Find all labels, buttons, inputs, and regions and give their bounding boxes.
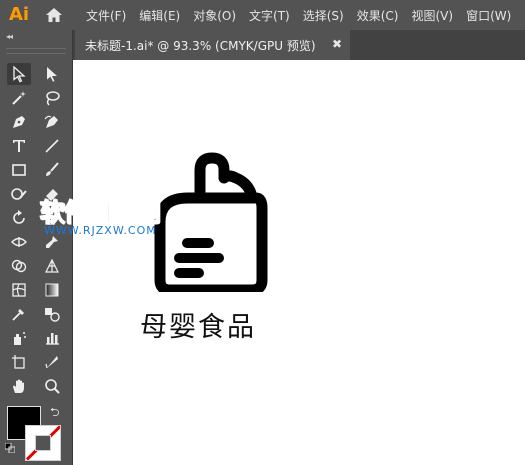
eyedropper-tool-icon[interactable] xyxy=(7,303,31,325)
swap-fill-stroke-icon[interactable]: ⮌ xyxy=(50,403,60,424)
lasso-tool-icon[interactable] xyxy=(40,87,64,109)
menu-edit[interactable]: 编辑(E) xyxy=(139,7,180,24)
line-segment-tool-icon[interactable] xyxy=(40,135,64,157)
blend-tool-icon[interactable] xyxy=(40,303,64,325)
logo-caption[interactable]: 母婴食品 xyxy=(140,305,256,344)
selection-tool-icon[interactable] xyxy=(7,63,31,85)
app-logo: Ai xyxy=(8,4,30,25)
collapse-panel-icon[interactable]: ◂◂ xyxy=(6,32,13,41)
default-fill-stroke-icon[interactable] xyxy=(5,443,15,453)
paintbrush-tool-icon[interactable] xyxy=(40,159,64,181)
menu-view[interactable]: 视图(V) xyxy=(411,7,453,24)
document-tab[interactable]: 未标题-1.ai* @ 93.3% (CMYK/GPU 预览) ✖ xyxy=(75,30,350,60)
home-icon[interactable] xyxy=(44,5,64,25)
menu-object[interactable]: 对象(O) xyxy=(193,7,236,24)
width-tool-icon[interactable] xyxy=(7,231,31,253)
shaper-tool-icon[interactable] xyxy=(7,183,31,205)
watermark-url: WWW.RJZXW.COM xyxy=(44,224,157,237)
artboard-tool-icon[interactable] xyxy=(7,351,31,373)
panel-gripper[interactable] xyxy=(6,48,66,54)
stroke-color-swatch[interactable] xyxy=(25,425,61,461)
zoom-tool-icon[interactable] xyxy=(40,375,64,397)
curvature-tool-icon[interactable] xyxy=(40,111,64,133)
pen-tool-icon[interactable] xyxy=(7,111,31,133)
magic-wand-tool-icon[interactable] xyxy=(7,87,31,109)
hand-tool-icon[interactable] xyxy=(7,375,31,397)
menu-select[interactable]: 选择(S) xyxy=(303,7,344,24)
mesh-tool-icon[interactable] xyxy=(7,279,31,301)
menu-type[interactable]: 文字(T) xyxy=(249,7,290,24)
perspective-grid-tool-icon[interactable] xyxy=(40,255,64,277)
symbol-sprayer-tool-icon[interactable] xyxy=(7,327,31,349)
shape-builder-tool-icon[interactable] xyxy=(7,255,31,277)
type-tool-icon[interactable] xyxy=(7,135,31,157)
menu-items: 文件(F) 编辑(E) 对象(O) 文字(T) 选择(S) 效果(C) 视图(V… xyxy=(86,0,524,30)
menu-effect[interactable]: 效果(C) xyxy=(357,7,399,24)
tools-panel: ◂◂ ⮌ xyxy=(0,30,73,465)
menu-bar: Ai 文件(F) 编辑(E) 对象(O) 文字(T) 选择(S) 效果(C) 视… xyxy=(0,0,525,30)
close-icon[interactable]: ✖ xyxy=(332,37,342,51)
gradient-tool-icon[interactable] xyxy=(40,279,64,301)
menu-window[interactable]: 窗口(W) xyxy=(466,7,511,24)
artboard-canvas[interactable] xyxy=(73,60,525,465)
document-tab-bar: 未标题-1.ai* @ 93.3% (CMYK/GPU 预览) ✖ xyxy=(73,30,525,60)
column-graph-tool-icon[interactable] xyxy=(40,327,64,349)
baby-bottle-logo[interactable] xyxy=(152,152,272,292)
menu-file[interactable]: 文件(F) xyxy=(86,7,126,24)
rectangle-tool-icon[interactable] xyxy=(7,159,31,181)
document-tab-title: 未标题-1.ai* @ 93.3% (CMYK/GPU 预览) xyxy=(85,38,316,53)
rotate-tool-icon[interactable] xyxy=(7,207,31,229)
slice-tool-icon[interactable] xyxy=(40,351,64,373)
direct-selection-tool-icon[interactable] xyxy=(40,63,64,85)
